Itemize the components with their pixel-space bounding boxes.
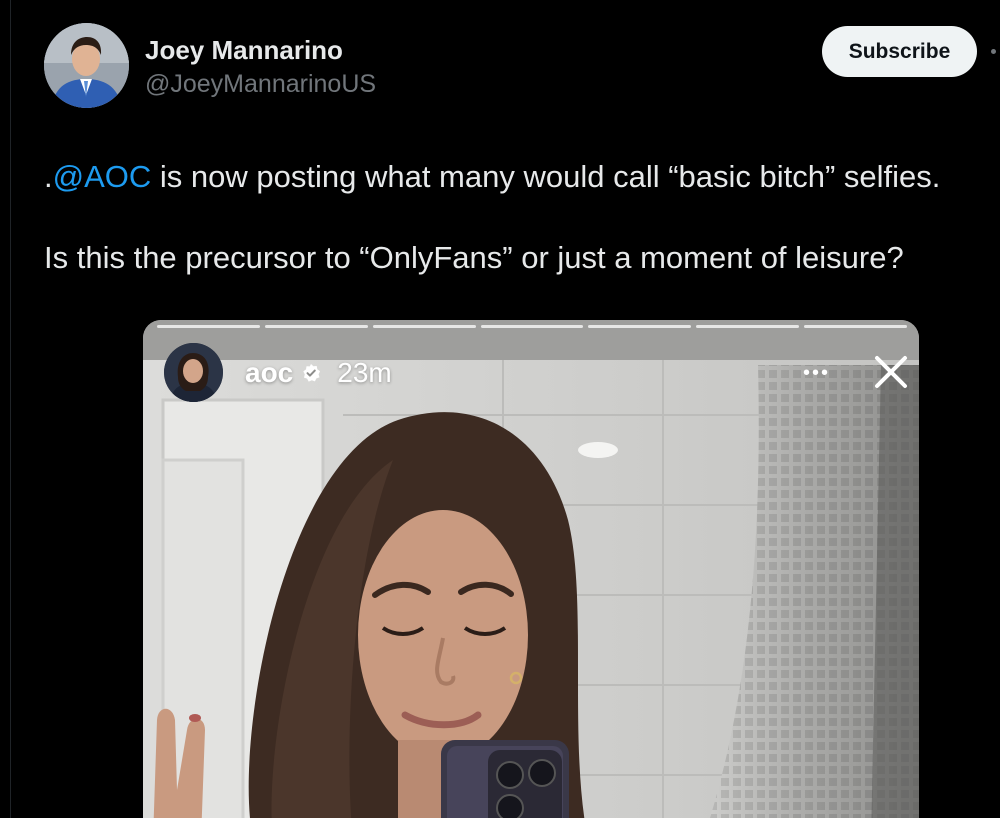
tweet-line-2: Is this the precursor to “OnlyFans” or j… [44, 240, 904, 275]
ellipsis-icon: ••• [803, 362, 831, 384]
story-progress-segment [804, 325, 908, 328]
story-username: aoc [245, 357, 294, 388]
author-avatar-image [44, 23, 129, 108]
story-avatar [164, 343, 223, 402]
subscribe-button[interactable]: Subscribe [822, 26, 977, 77]
mention-link[interactable]: @AOC [53, 159, 152, 194]
author-display-name[interactable]: Joey Mannarino [145, 35, 343, 66]
story-photo [143, 320, 919, 818]
tweet-line-1-rest: is now posting what many would call “bas… [151, 159, 941, 194]
close-icon [871, 352, 911, 392]
story-progress-segment [157, 325, 260, 328]
tweet-line-1-prefix: . [44, 159, 53, 194]
story-avatar-image [164, 343, 223, 402]
column-divider [10, 0, 11, 818]
story-progress-bar [157, 325, 908, 329]
tweet-text: .@AOC is now posting what many would cal… [44, 158, 964, 277]
author-avatar[interactable] [44, 23, 129, 108]
story-progress-segment [588, 325, 692, 328]
tweet-media-image[interactable]: aoc 23m ••• [143, 320, 919, 818]
story-time: 23m [337, 357, 392, 388]
author-handle[interactable]: @JoeyMannarinoUS [145, 70, 376, 99]
story-progress-segment [696, 325, 800, 328]
more-dot-icon[interactable] [991, 49, 996, 54]
story-progress-segment [480, 325, 584, 328]
story-user: aoc 23m [245, 355, 392, 391]
tweet-line-1: .@AOC is now posting what many would cal… [44, 158, 964, 196]
story-progress-segment [264, 325, 368, 328]
verified-badge-icon [301, 363, 321, 383]
tweet-page: Joey Mannarino @JoeyMannarinoUS Subscrib… [0, 0, 1000, 818]
story-progress-segment [372, 325, 476, 328]
